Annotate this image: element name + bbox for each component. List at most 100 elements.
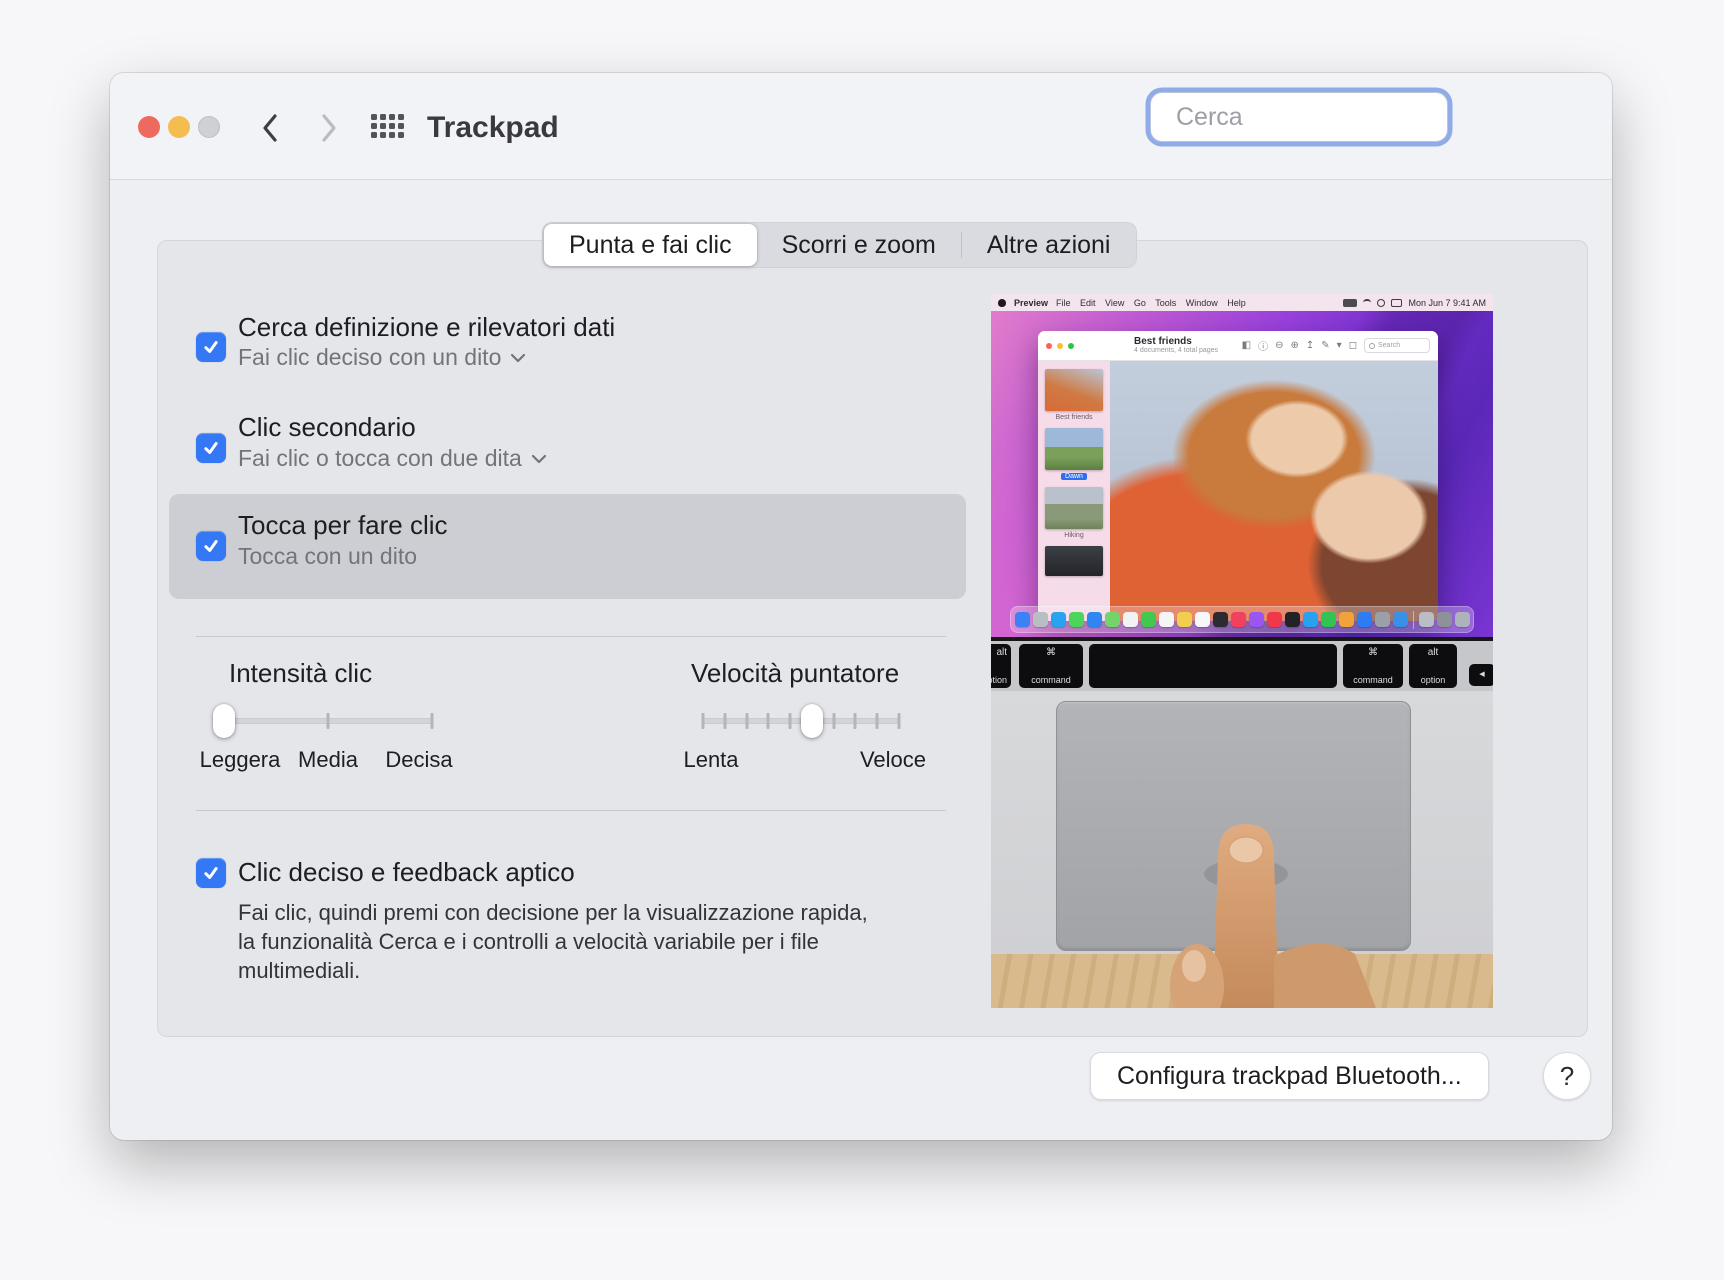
- slider-tick: [327, 713, 330, 729]
- search-input[interactable]: [1174, 102, 1500, 133]
- demo-menu-bar: Preview File Edit View Go Tools Window H…: [991, 294, 1493, 311]
- dock-app-icon: [1285, 612, 1300, 627]
- slider-thumb[interactable]: [801, 704, 823, 738]
- tab-scorri-e-zoom[interactable]: Scorri e zoom: [757, 224, 961, 266]
- wifi-icon: [1363, 299, 1371, 306]
- demo-preview-search-label: Search: [1378, 342, 1400, 349]
- spotlight-icon: [1377, 299, 1385, 307]
- demo-thumbnail-label: Hiking: [1064, 532, 1083, 539]
- command-key: ⌘ command: [1343, 644, 1403, 688]
- dock-app-icon: [1195, 612, 1210, 627]
- grid-dot: [398, 123, 404, 129]
- dock-app-icon: [1303, 612, 1318, 627]
- chevron-right-icon: [321, 113, 338, 143]
- demo-app-name: Preview: [1014, 298, 1048, 308]
- tab-altre-azioni[interactable]: Altre azioni: [962, 224, 1136, 266]
- slider-label-intensita: Intensità clic: [229, 658, 372, 689]
- grid-dot: [389, 114, 395, 120]
- checkbox-feedback-aptico[interactable]: [196, 858, 226, 888]
- demo-preview-toolbar-icon: ✎: [1321, 340, 1329, 351]
- demo-desktop-wallpaper: Best friends 4 documents, 4 total pages …: [991, 311, 1493, 637]
- command-key: ⌘ command: [1019, 644, 1083, 688]
- tick-label-leggera: Leggera: [200, 747, 281, 773]
- checkbox-clic-secondario[interactable]: [196, 433, 226, 463]
- key-bottom-label: command: [1353, 676, 1393, 685]
- tick-label-decisa: Decisa: [385, 747, 452, 773]
- check-icon: [202, 864, 220, 882]
- dock-app-icon: [1105, 612, 1120, 627]
- demo-minimize-button: [1057, 343, 1063, 349]
- check-icon: [202, 439, 220, 457]
- key-bottom-label: option: [991, 676, 1007, 685]
- grid-dot: [380, 123, 386, 129]
- search-icon: [1369, 343, 1375, 349]
- tab-punta-e-fai-clic[interactable]: Punta e fai clic: [544, 224, 757, 266]
- key-bottom-label: command: [1031, 676, 1071, 685]
- row-dropdown-cerca-definizione[interactable]: Fai clic deciso con un dito: [238, 344, 526, 371]
- minimize-button[interactable]: [168, 116, 190, 138]
- row-dropdown-clic-secondario[interactable]: Fai clic o tocca con due dita: [238, 445, 547, 472]
- slider-tick: [832, 713, 835, 729]
- demo-preview-toolbar-icon: ▾: [1337, 340, 1342, 351]
- dock-app-icon: [1339, 612, 1354, 627]
- arrow-left-key: ◀: [1469, 664, 1493, 686]
- grid-dot: [371, 114, 377, 120]
- dock-app-icon: [1141, 612, 1156, 627]
- check-icon: [202, 338, 220, 356]
- demo-laptop-body: [991, 691, 1493, 954]
- row-sublabel-text: Fai clic o tocca con due dita: [238, 445, 522, 472]
- demo-thumbnail-label-selected: Dawn: [1061, 473, 1087, 480]
- dock-app-icon: [1051, 612, 1066, 627]
- configure-bluetooth-trackpad-button[interactable]: Configura trackpad Bluetooth...: [1090, 1052, 1489, 1100]
- grid-dot: [371, 123, 377, 129]
- show-all-grid-icon[interactable]: [371, 114, 404, 138]
- option-key: alt option: [1409, 644, 1457, 688]
- screen: Trackpad Punta e fai clic Scorri e zoom …: [0, 0, 1724, 1280]
- haptic-description-line: multimediali.: [238, 956, 868, 985]
- demo-preview-toolbar-icon: ↥: [1306, 340, 1314, 351]
- grid-dot: [371, 132, 377, 138]
- tick-label-media: Media: [298, 747, 358, 773]
- demo-thumbnail: [1045, 546, 1103, 576]
- dock-app-icon: [1177, 612, 1192, 627]
- grid-dot: [389, 132, 395, 138]
- chevron-down-icon: [531, 454, 547, 464]
- demo-preview-toolbar: ◧ⓘ⊖⊕↥✎▾◻ Search: [1242, 338, 1430, 353]
- help-button[interactable]: ?: [1543, 1052, 1591, 1100]
- click-pressure-slider[interactable]: [224, 718, 432, 724]
- key-top-label: ⌘: [1368, 648, 1378, 658]
- checkbox-tocca-per-fare-clic[interactable]: [196, 531, 226, 561]
- haptic-description-line: Fai clic, quindi premi con decisione per…: [238, 898, 868, 927]
- dock-app-icon: [1159, 612, 1174, 627]
- slider-thumb[interactable]: [213, 704, 235, 738]
- dock-app-icon: [1213, 612, 1228, 627]
- option-key: alt option: [991, 644, 1011, 688]
- search-field[interactable]: [1150, 92, 1448, 142]
- trackpad-demo-video: Preview File Edit View Go Tools Window H…: [991, 294, 1493, 1008]
- dock-app-icon: [1455, 612, 1470, 627]
- demo-clock: Mon Jun 7 9:41 AM: [1408, 298, 1486, 308]
- demo-desk-surface: [991, 954, 1493, 1008]
- slider-label-velocita: Velocità puntatore: [691, 658, 899, 689]
- slider-tick: [854, 713, 857, 729]
- demo-preview-search-field: Search: [1364, 338, 1430, 353]
- tick-label-veloce: Veloce: [860, 747, 926, 773]
- demo-keyboard-row: alt option ⌘ command ⌘ command alt opti: [991, 641, 1493, 691]
- grid-dot: [389, 123, 395, 129]
- demo-preview-toolbar-icon: ◧: [1242, 340, 1251, 351]
- demo-preview-titlebar: Best friends 4 documents, 4 total pages …: [1038, 331, 1438, 361]
- battery-icon: [1343, 299, 1357, 307]
- demo-preview-body: Best friends Dawn Hiking: [1038, 361, 1438, 621]
- zoom-button[interactable]: [198, 116, 220, 138]
- apple-menu-icon: [998, 299, 1006, 307]
- forward-button[interactable]: [316, 113, 342, 143]
- close-button[interactable]: [138, 116, 160, 138]
- control-center-icon: [1391, 299, 1402, 307]
- back-button[interactable]: [256, 113, 282, 143]
- demo-document-title-block: Best friends 4 documents, 4 total pages: [1134, 336, 1218, 355]
- tracking-speed-slider[interactable]: [703, 718, 899, 724]
- checkbox-cerca-definizione[interactable]: [196, 332, 226, 362]
- grid-dot: [380, 132, 386, 138]
- demo-preview-toolbar-icon: ⊕: [1290, 340, 1298, 351]
- haptic-description-line: la funzionalità Cerca e i controlli a ve…: [238, 927, 868, 956]
